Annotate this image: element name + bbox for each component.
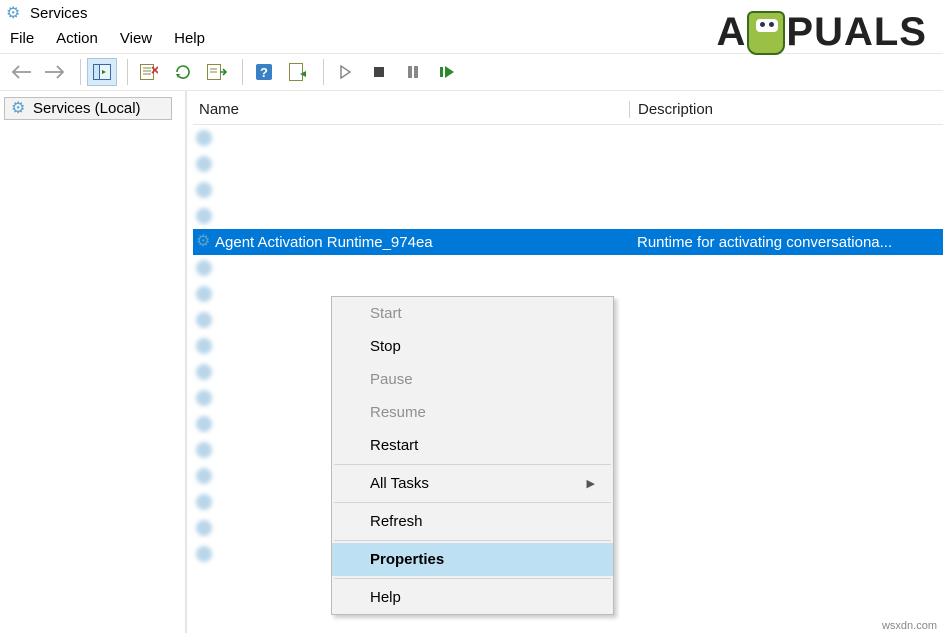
stop-service-button[interactable] bbox=[364, 58, 394, 86]
service-row-blurred[interactable] bbox=[193, 125, 943, 151]
restart-service-button[interactable] bbox=[432, 58, 462, 86]
gear-icon bbox=[196, 390, 212, 406]
context-menu-restart[interactable]: Restart bbox=[332, 429, 613, 462]
service-description: Runtime for activating conversationa... bbox=[629, 234, 943, 251]
service-row-blurred[interactable] bbox=[193, 203, 943, 229]
watermark-mascot-icon bbox=[747, 11, 785, 55]
gear-icon bbox=[196, 520, 212, 536]
show-hide-tree-button[interactable] bbox=[87, 58, 117, 86]
tree-item-services-local[interactable]: Services (Local) bbox=[4, 97, 172, 120]
gear-icon bbox=[196, 546, 212, 562]
tree-item-label: Services (Local) bbox=[33, 100, 141, 117]
gear-icon bbox=[196, 442, 212, 458]
service-row-blurred[interactable] bbox=[193, 151, 943, 177]
help-button[interactable]: ? bbox=[249, 58, 279, 86]
context-menu-start[interactable]: Start bbox=[332, 297, 613, 330]
watermark-letter-a: A bbox=[717, 10, 747, 55]
context-menu-separator bbox=[334, 464, 611, 465]
watermark-letters-rest: PUALS bbox=[786, 10, 927, 55]
services-icon bbox=[6, 6, 22, 22]
nav-forward-button[interactable] bbox=[40, 58, 70, 86]
context-menu-separator bbox=[334, 502, 611, 503]
menu-action[interactable]: Action bbox=[56, 30, 98, 47]
context-menu-stop[interactable]: Stop bbox=[332, 330, 613, 363]
menu-view[interactable]: View bbox=[120, 30, 152, 47]
gear-icon bbox=[196, 182, 212, 198]
service-row-blurred[interactable] bbox=[193, 177, 943, 203]
context-menu: Start Stop Pause Resume Restart All Task… bbox=[331, 296, 614, 615]
column-header-name[interactable]: Name bbox=[193, 101, 629, 118]
window-title: Services bbox=[30, 5, 88, 22]
gear-icon bbox=[196, 286, 212, 302]
gear-icon bbox=[196, 312, 212, 328]
context-menu-properties[interactable]: Properties bbox=[332, 543, 613, 576]
start-service-button[interactable] bbox=[330, 58, 360, 86]
gear-icon bbox=[196, 260, 212, 276]
console-tree: Services (Local) bbox=[0, 91, 186, 633]
context-menu-item-label: All Tasks bbox=[370, 475, 429, 492]
gear-icon bbox=[196, 208, 212, 224]
context-menu-resume[interactable]: Resume bbox=[332, 396, 613, 429]
nav-back-button[interactable] bbox=[6, 58, 36, 86]
toolbar-separator bbox=[323, 59, 324, 85]
gear-icon bbox=[196, 416, 212, 432]
context-menu-pause[interactable]: Pause bbox=[332, 363, 613, 396]
toolbar: ? bbox=[0, 53, 943, 91]
export-list-button[interactable] bbox=[202, 58, 232, 86]
gear-icon bbox=[196, 156, 212, 172]
toolbar-separator bbox=[127, 59, 128, 85]
menu-help[interactable]: Help bbox=[174, 30, 205, 47]
context-menu-all-tasks[interactable]: All Tasks ▶ bbox=[332, 467, 613, 500]
source-label: wsxdn.com bbox=[882, 620, 937, 632]
pause-service-button[interactable] bbox=[398, 58, 428, 86]
gear-icon bbox=[196, 494, 212, 510]
svg-text:?: ? bbox=[260, 65, 268, 80]
gear-icon bbox=[196, 338, 212, 354]
service-row-blurred[interactable] bbox=[193, 255, 943, 281]
service-name: Agent Activation Runtime_974ea bbox=[215, 234, 629, 251]
context-menu-separator bbox=[334, 540, 611, 541]
gear-icon bbox=[196, 130, 212, 146]
context-menu-refresh[interactable]: Refresh bbox=[332, 505, 613, 538]
menu-file[interactable]: File bbox=[10, 30, 34, 47]
gear-icon bbox=[193, 234, 215, 250]
list-header: Name Description bbox=[193, 97, 943, 125]
refresh-button[interactable] bbox=[168, 58, 198, 86]
toolbar-separator bbox=[80, 59, 81, 85]
context-menu-help[interactable]: Help bbox=[332, 581, 613, 614]
column-header-description[interactable]: Description bbox=[629, 101, 713, 118]
delete-button[interactable] bbox=[134, 58, 164, 86]
gear-icon bbox=[196, 364, 212, 380]
gear-icon bbox=[11, 101, 27, 117]
properties-button[interactable] bbox=[283, 58, 313, 86]
gear-icon bbox=[196, 468, 212, 484]
service-row-selected[interactable]: Agent Activation Runtime_974ea Runtime f… bbox=[193, 229, 943, 255]
context-menu-separator bbox=[334, 578, 611, 579]
toolbar-separator bbox=[242, 59, 243, 85]
chevron-right-icon: ▶ bbox=[587, 477, 595, 490]
appuals-watermark: A PUALS bbox=[717, 10, 927, 55]
